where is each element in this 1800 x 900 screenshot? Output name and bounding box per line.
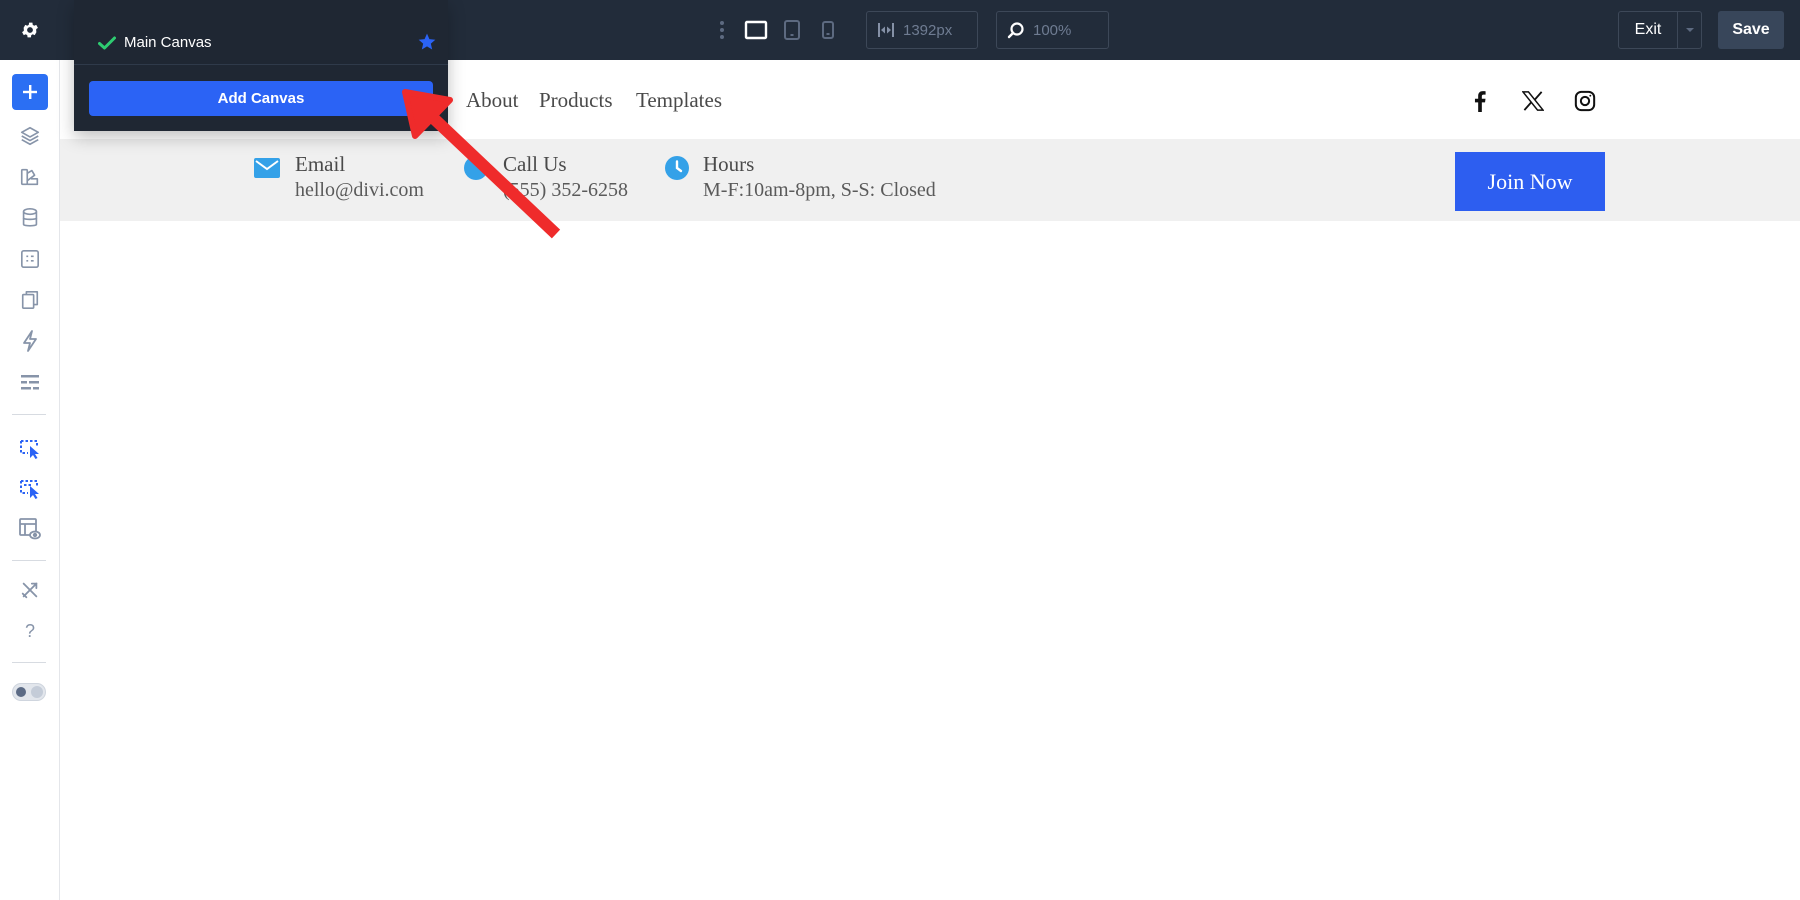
zoom-field[interactable]: 100% <box>996 11 1109 49</box>
call-title: Call Us <box>503 152 567 176</box>
template-eye-icon <box>19 518 41 540</box>
lightning-icon <box>23 330 37 352</box>
add-icon <box>23 85 37 99</box>
phone-view-button[interactable] <box>810 10 846 50</box>
data-button[interactable] <box>12 200 48 236</box>
clock-icon <box>665 156 689 180</box>
desktop-view-button[interactable] <box>738 10 774 50</box>
canvas-item-main[interactable]: Main Canvas <box>74 24 448 64</box>
sidebar-divider <box>12 662 46 663</box>
nav-link-products[interactable]: Products <box>539 88 613 113</box>
sun-icon <box>16 687 26 697</box>
toggle-knob <box>31 686 43 698</box>
theme-toggle[interactable] <box>12 683 46 701</box>
select-cursor-icon <box>20 440 39 459</box>
canvas-width-field[interactable]: 1392px <box>866 11 978 49</box>
zoom-icon <box>1007 22 1024 39</box>
layers-button[interactable] <box>12 118 48 154</box>
star-icon[interactable] <box>416 31 438 53</box>
select-cursor-alt-icon <box>20 480 39 499</box>
check-icon <box>96 32 118 54</box>
brush-icon <box>20 168 39 186</box>
select-mode-button[interactable] <box>12 430 48 466</box>
view-mode-tools <box>710 0 846 60</box>
x-icon <box>1522 91 1544 111</box>
instagram-link[interactable] <box>1572 88 1598 114</box>
join-now-button[interactable]: Join Now <box>1455 152 1605 211</box>
builder-canvas[interactable]: About Products Templates Email hello@div… <box>60 60 1800 900</box>
canvas-dropdown: Main Canvas Add Canvas <box>74 0 448 131</box>
exit-dropdown-button[interactable] <box>1677 12 1701 48</box>
database-icon <box>22 208 38 227</box>
email-icon-box <box>254 155 280 181</box>
phone-call-icon <box>464 156 488 180</box>
exit-button[interactable]: Exit <box>1619 12 1677 48</box>
vertical-dots-icon <box>720 21 724 39</box>
list-button[interactable] <box>12 364 48 400</box>
save-button[interactable]: Save <box>1718 11 1784 49</box>
phone-icon <box>822 21 834 39</box>
canvas-width-value: 1392px <box>903 21 953 39</box>
tablet-icon <box>784 20 800 40</box>
canvas-item-label: Main Canvas <box>124 34 212 51</box>
nav-link-templates[interactable]: Templates <box>636 88 722 113</box>
left-sidebar: ? <box>0 60 60 900</box>
clock-icon-box <box>664 155 690 181</box>
x-link[interactable] <box>1520 88 1546 114</box>
layers-icon <box>20 126 40 146</box>
exit-button-group: Exit <box>1618 11 1702 49</box>
add-element-button[interactable] <box>12 74 48 110</box>
multi-select-button[interactable] <box>12 470 48 506</box>
hours-value: M-F:10am-8pm, S-S: Closed <box>703 179 936 201</box>
email-value: hello@divi.com <box>295 179 424 201</box>
sidebar-divider <box>12 414 46 415</box>
zoom-value: 100% <box>1033 21 1072 39</box>
hours-title: Hours <box>703 152 755 176</box>
settings-button[interactable] <box>0 0 60 60</box>
tools-icon <box>21 582 38 599</box>
tablet-view-button[interactable] <box>774 10 810 50</box>
contact-info-bar: Email hello@divi.com Call Us (555) 352-6… <box>60 139 1800 221</box>
more-options-button[interactable] <box>710 10 734 50</box>
gear-icon <box>22 22 38 38</box>
email-title: Email <box>295 152 346 176</box>
envelope-icon <box>254 158 280 178</box>
actions-button[interactable] <box>12 323 48 359</box>
pages-button[interactable] <box>12 282 48 318</box>
nav-link-about[interactable]: About <box>466 88 519 113</box>
help-icon: ? <box>24 620 35 641</box>
dropdown-divider <box>74 64 448 65</box>
tools-button[interactable] <box>12 572 48 608</box>
width-arrows-icon <box>878 23 894 37</box>
help-button[interactable]: ? <box>12 613 48 649</box>
add-canvas-button[interactable]: Add Canvas <box>89 81 433 116</box>
sidebar-divider <box>12 560 46 561</box>
instagram-icon <box>1574 90 1596 112</box>
desktop-icon <box>744 20 768 40</box>
design-button[interactable] <box>12 159 48 195</box>
facebook-link[interactable] <box>1467 88 1493 114</box>
facebook-icon <box>1474 91 1486 112</box>
pages-icon <box>21 291 39 309</box>
phone-icon-box <box>463 155 489 181</box>
forms-button[interactable] <box>12 241 48 277</box>
caret-down-icon <box>1685 28 1694 32</box>
preview-button[interactable] <box>12 511 48 547</box>
list-icon <box>21 375 39 390</box>
call-value: (555) 352-6258 <box>503 179 628 201</box>
form-icon <box>21 250 39 268</box>
